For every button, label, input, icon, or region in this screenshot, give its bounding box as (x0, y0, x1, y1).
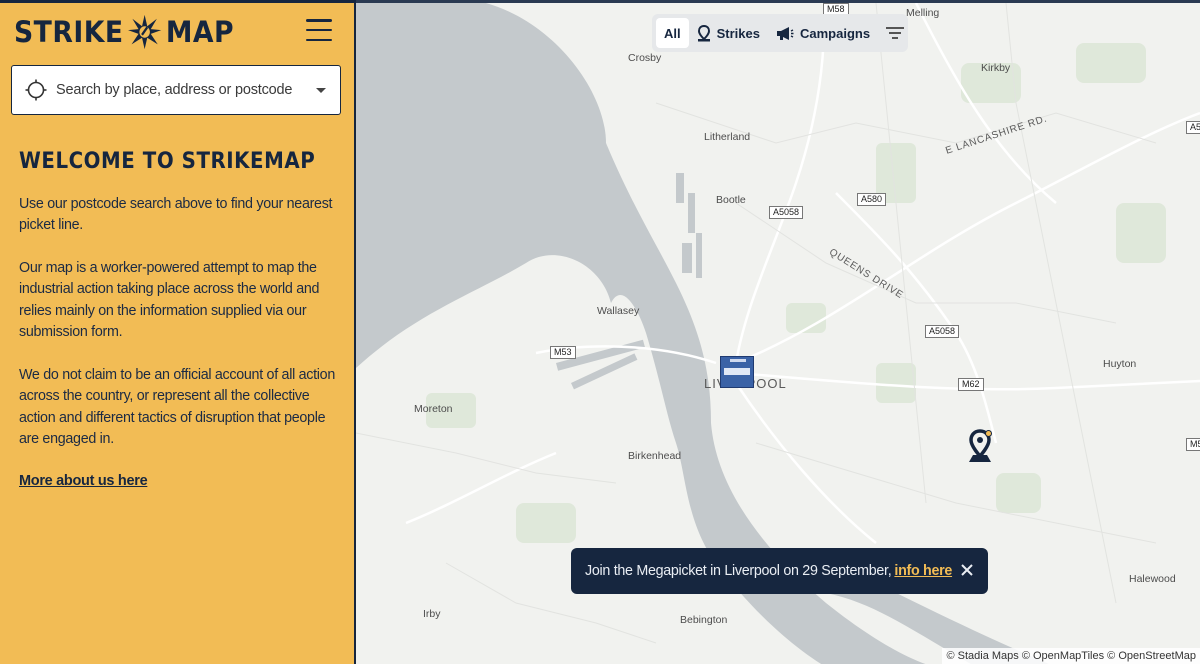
location-search[interactable] (11, 65, 341, 115)
megapicket-banner: Join the Megapicket in Liverpool on 29 S… (571, 548, 988, 594)
road-shield: A5058 (925, 325, 960, 338)
close-icon[interactable] (960, 563, 974, 577)
place-label: Crosby (628, 52, 662, 64)
road-shield: A580 (857, 193, 887, 206)
about-paragraph: Our map is a worker-powered attempt to m… (19, 260, 320, 340)
filter-lines-icon (886, 27, 905, 39)
road-shield: A5058 (769, 206, 804, 219)
filter-options-button[interactable] (878, 18, 918, 48)
marker-band (724, 368, 750, 375)
banner-message: Join the Megapicket in Liverpool on 29 S… (585, 563, 892, 579)
dropdown-caret-icon[interactable] (316, 87, 326, 93)
megapicket-marker[interactable] (720, 356, 754, 388)
map-filter-bar: All Strikes Campaigns (652, 14, 908, 52)
logo-text-map: MAP (165, 15, 235, 49)
welcome-heading: WELCOME TO STRIKEMAP (19, 149, 316, 174)
sea-area (356, 3, 614, 368)
hamburger-icon-line (306, 28, 332, 32)
marker-title-bar (730, 359, 746, 362)
disclaimer-paragraph: We do not claim to be an official accoun… (19, 367, 335, 447)
strike-location-pin-icon[interactable] (968, 429, 994, 463)
place-label: Bootle (716, 194, 746, 206)
place-label: Halewood (1129, 573, 1176, 585)
locate-icon[interactable] (25, 79, 47, 101)
search-input[interactable] (56, 82, 316, 98)
megaphone-icon (777, 26, 794, 40)
filter-campaigns-button[interactable]: Campaigns (768, 18, 878, 48)
place-label: Birkenhead (628, 450, 682, 462)
filter-strikes-label: Strikes (716, 25, 760, 41)
banner-info-link[interactable]: info here (894, 563, 952, 579)
logo-text-strike: STRIKE (14, 15, 124, 49)
logo-burst-icon (128, 14, 162, 50)
place-label: Wallasey (597, 305, 640, 317)
map-canvas[interactable]: Melling Crosby Kirkby Litherland Bootle … (356, 0, 1200, 664)
hamburger-icon-line (306, 38, 332, 41)
place-label: Irby (423, 608, 441, 620)
road-shield: M53 (550, 346, 576, 359)
sidebar: STRIKE MAP WELCOME TO STRIKEMAP Use our … (0, 0, 356, 664)
filter-strikes-button[interactable]: Strikes (689, 18, 768, 48)
road-shield: M62 (958, 378, 984, 391)
hamburger-icon-line (306, 19, 332, 22)
strikemap-logo[interactable]: STRIKE MAP (14, 11, 234, 53)
place-label: Litherland (704, 131, 751, 143)
map-attribution[interactable]: © Stadia Maps © OpenMapTiles © OpenStree… (942, 648, 1200, 664)
place-label: Huyton (1103, 358, 1137, 370)
road-shield: M5 (1186, 438, 1200, 451)
menu-button[interactable] (306, 19, 332, 41)
filter-all-button[interactable]: All (656, 18, 689, 48)
road-shield: A5 (1186, 121, 1200, 134)
place-label: Moreton (414, 403, 453, 415)
more-about-link[interactable]: More about us here (19, 473, 148, 489)
intro-paragraph: Use our postcode search above to find yo… (19, 196, 333, 234)
picket-pin-icon (697, 24, 710, 41)
place-label: Bebington (680, 614, 728, 626)
place-label: Kirkby (981, 62, 1011, 74)
filter-campaigns-label: Campaigns (800, 25, 871, 41)
